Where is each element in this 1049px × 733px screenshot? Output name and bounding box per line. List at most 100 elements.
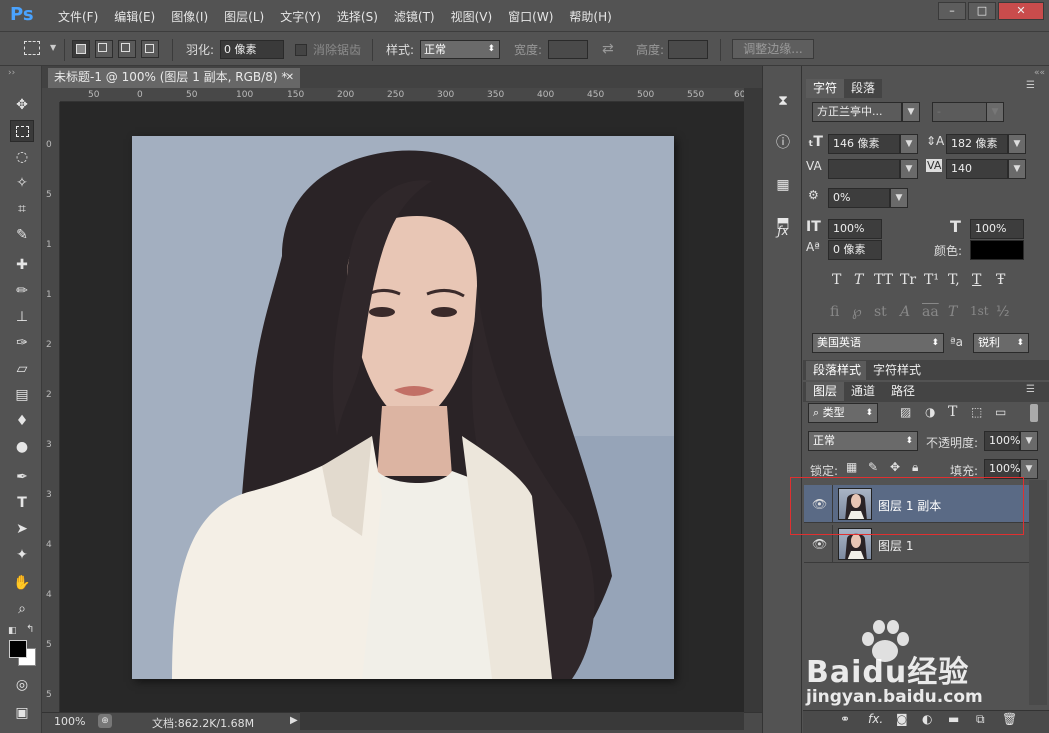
menu-select[interactable]: 选择(S) bbox=[329, 8, 386, 25]
discretionary-ligatures-icon[interactable]: st bbox=[874, 304, 887, 320]
all-caps-icon[interactable]: TT bbox=[874, 272, 893, 288]
horizontal-scale-field[interactable]: 100% bbox=[970, 219, 1024, 239]
status-menu-icon[interactable]: ⊕ bbox=[98, 714, 112, 728]
chevron-down-icon[interactable]: ▼ bbox=[902, 102, 920, 122]
magic-wand-icon[interactable]: ✧ bbox=[10, 172, 34, 194]
tab-character-styles[interactable]: 字符样式 bbox=[866, 361, 929, 380]
foreground-color-swatch[interactable] bbox=[9, 640, 27, 658]
fractions-icon[interactable]: ½ bbox=[996, 304, 1010, 320]
menu-window[interactable]: 窗口(W) bbox=[500, 8, 561, 25]
menu-edit[interactable]: 编辑(E) bbox=[106, 8, 163, 25]
tab-channels[interactable]: 通道 bbox=[844, 382, 883, 401]
menu-layer[interactable]: 图层(L) bbox=[216, 8, 272, 25]
styles-fx-icon[interactable]: ƒx bbox=[771, 220, 795, 242]
style-select[interactable]: 正常 ⬍ bbox=[420, 40, 500, 59]
swap-colors-icon[interactable]: ↰ bbox=[26, 624, 34, 635]
chevron-down-icon[interactable]: ▼ bbox=[900, 159, 918, 179]
type-tool-icon[interactable]: T bbox=[10, 492, 34, 514]
intersect-selection-icon[interactable] bbox=[141, 40, 159, 58]
baseline-shift-field[interactable]: 0 像素 bbox=[828, 240, 882, 260]
language-select[interactable]: 美国英语 ⬍ bbox=[812, 333, 944, 353]
kerning-field[interactable] bbox=[828, 159, 900, 179]
feather-input[interactable]: 0 像素 bbox=[220, 40, 284, 59]
document-tab[interactable]: 未标题-1 @ 100% (图层 1 副本, RGB/8) * ✕ bbox=[48, 68, 300, 88]
tsume-field[interactable]: 0% bbox=[828, 188, 890, 208]
titling-alternates-icon[interactable]: T bbox=[948, 304, 957, 320]
zoom-tool-icon[interactable]: ⌕ bbox=[10, 598, 34, 620]
lock-position-icon[interactable]: ✥ bbox=[890, 460, 900, 474]
antialias-select[interactable]: 锐利 ⬍ bbox=[973, 333, 1029, 353]
ordinals-icon[interactable]: 1st bbox=[970, 304, 989, 318]
subtract-selection-icon[interactable] bbox=[118, 40, 136, 58]
chevron-down-icon[interactable]: ▼ bbox=[1020, 431, 1038, 451]
close-button[interactable]: ✕ bbox=[998, 2, 1044, 20]
adjustment-icon[interactable]: ◐ bbox=[922, 712, 932, 726]
lock-transparent-icon[interactable]: ▦ bbox=[846, 460, 857, 474]
lock-all-icon[interactable]: 🔒︎ bbox=[912, 460, 918, 475]
tab-paths[interactable]: 路径 bbox=[884, 382, 923, 401]
small-caps-icon[interactable]: Tr bbox=[900, 272, 916, 288]
history-icon[interactable]: ⧗ bbox=[771, 90, 795, 112]
group-icon[interactable]: ▬ bbox=[948, 712, 959, 726]
fx-icon[interactable]: fx. bbox=[868, 712, 883, 726]
zoom-level[interactable]: 100% bbox=[54, 715, 85, 728]
font-size-field[interactable]: 146 像素 bbox=[828, 134, 900, 154]
panel-menu-icon[interactable]: ☰ bbox=[1026, 384, 1035, 395]
menu-filter[interactable]: 滤镜(T) bbox=[386, 8, 443, 25]
screen-mode-icon[interactable]: ▣ bbox=[10, 702, 34, 724]
eyedropper-icon[interactable]: ✎ bbox=[10, 224, 34, 246]
subscript-icon[interactable]: T, bbox=[948, 272, 960, 288]
close-tab-icon[interactable]: ✕ bbox=[286, 68, 294, 87]
panel-menu-icon[interactable]: ☰ bbox=[1026, 80, 1035, 91]
text-color-swatch[interactable] bbox=[970, 240, 1024, 260]
grid-panel-icon[interactable]: ▦ bbox=[771, 174, 795, 196]
info-icon[interactable]: ⓘ bbox=[771, 132, 795, 154]
new-layer-icon[interactable]: ⧉ bbox=[976, 712, 985, 727]
chevron-down-icon[interactable]: ▼ bbox=[1020, 459, 1038, 479]
document-photo[interactable] bbox=[132, 136, 674, 679]
font-family-select[interactable]: 方正兰亭中... bbox=[812, 102, 902, 122]
mask-icon[interactable]: ◙ bbox=[896, 712, 908, 726]
old-style-icon[interactable]: ℘ bbox=[852, 304, 862, 320]
chevron-down-icon[interactable]: ▼ bbox=[986, 102, 1004, 122]
menu-view[interactable]: 视图(V) bbox=[443, 8, 501, 25]
blend-mode-select[interactable]: 正常 ⬍ bbox=[808, 431, 918, 451]
pen-tool-icon[interactable]: ✒ bbox=[10, 466, 34, 488]
status-arrow-icon[interactable]: ▶ bbox=[290, 715, 298, 726]
eraser-tool-icon[interactable]: ▱ bbox=[10, 358, 34, 380]
history-brush-icon[interactable]: ✑ bbox=[10, 332, 34, 354]
blur-tool-icon[interactable]: ♦ bbox=[10, 410, 34, 432]
vertical-scrollbar[interactable] bbox=[744, 88, 762, 712]
menu-help[interactable]: 帮助(H) bbox=[561, 8, 619, 25]
hand-tool-icon[interactable]: ✋ bbox=[10, 572, 34, 594]
adjustment-filter-icon[interactable]: ◑ bbox=[925, 405, 935, 419]
chevron-down-icon[interactable]: ▼ bbox=[890, 188, 908, 208]
tab-paragraph-styles[interactable]: 段落样式 bbox=[806, 361, 869, 380]
layer-filter-select[interactable]: ⌕ 类型 ⬍ bbox=[808, 403, 878, 423]
stylistic-alternates-icon[interactable]: aa bbox=[922, 304, 939, 320]
chevron-down-icon[interactable]: ▼ bbox=[900, 134, 918, 154]
tab-character[interactable]: 字符 bbox=[806, 79, 845, 98]
gradient-tool-icon[interactable]: ▤ bbox=[10, 384, 34, 406]
collapse-icon[interactable]: «« bbox=[1034, 68, 1045, 78]
new-selection-icon[interactable] bbox=[72, 40, 90, 58]
layer-name[interactable]: 图层 1 bbox=[878, 537, 913, 554]
collapse-icon[interactable]: ›› bbox=[8, 68, 15, 78]
pixel-filter-icon[interactable]: ▨ bbox=[900, 405, 911, 419]
shape-tool-icon[interactable]: ✦ bbox=[10, 544, 34, 566]
strikethrough-icon[interactable]: Ŧ bbox=[996, 272, 1005, 288]
menu-image[interactable]: 图像(I) bbox=[163, 8, 216, 25]
crop-tool-icon[interactable]: ⌗ bbox=[10, 198, 34, 220]
delete-icon[interactable]: 🗑︎ bbox=[1002, 712, 1017, 726]
superscript-icon[interactable]: T¹ bbox=[924, 272, 939, 288]
lasso-tool-icon[interactable]: ◌ bbox=[10, 146, 34, 168]
chevron-down-icon[interactable]: ▼ bbox=[1008, 134, 1026, 154]
chevron-down-icon[interactable]: ▼ bbox=[50, 43, 56, 52]
faux-bold-icon[interactable]: T bbox=[832, 272, 841, 288]
opacity-field[interactable]: 100% bbox=[984, 431, 1020, 451]
add-selection-icon[interactable] bbox=[95, 40, 113, 58]
ligatures-icon[interactable]: fi bbox=[830, 304, 839, 320]
antialias-checkbox[interactable] bbox=[295, 44, 307, 56]
shape-filter-icon[interactable]: ⬚ bbox=[971, 405, 982, 419]
filter-toggle[interactable] bbox=[1030, 404, 1038, 422]
